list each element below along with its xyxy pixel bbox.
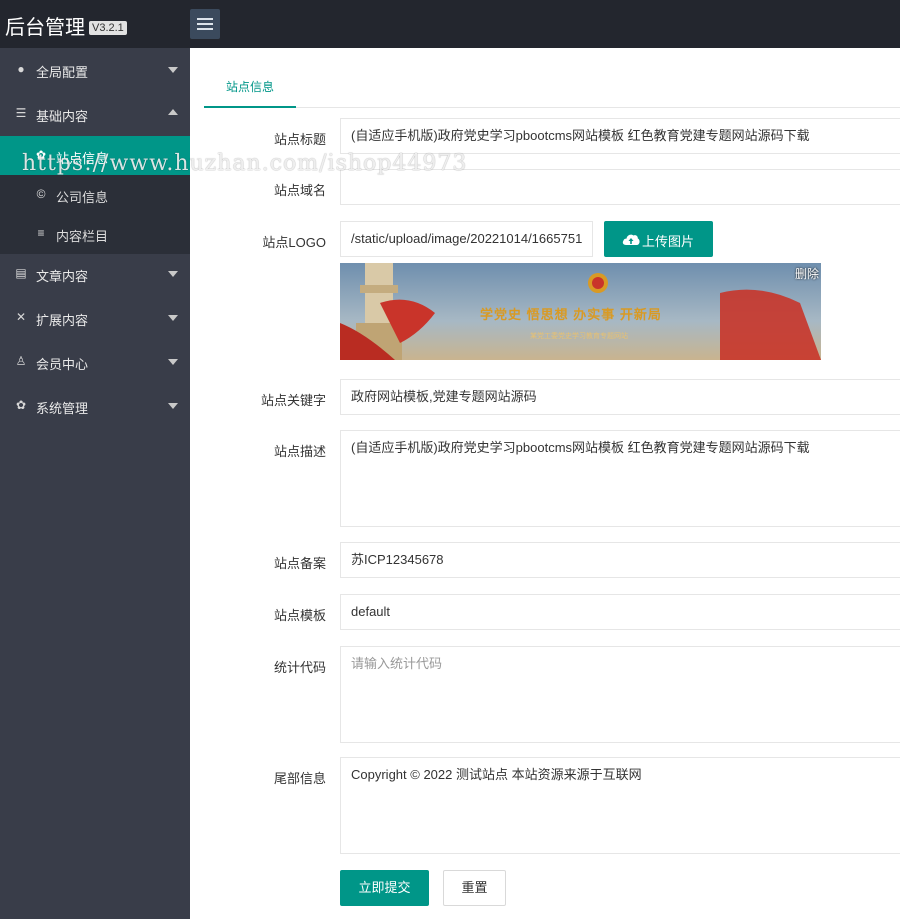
- top-bar: 后台管理 V3.2.1: [0, 0, 900, 48]
- site-icp-label: 站点备案: [273, 556, 326, 571]
- app-title: 后台管理: [5, 17, 85, 39]
- sidebar-item-system[interactable]: ✿ 系统管理: [0, 384, 190, 428]
- chevron-down-icon: [168, 403, 178, 409]
- site-keywords-label: 站点关键字: [260, 393, 326, 408]
- list-icon: ≡: [37, 226, 45, 240]
- preview-slogan: 学党史 悟思想 办实事 开新局: [480, 307, 662, 322]
- sidebar-item-content-columns[interactable]: ≡ 内容栏目: [0, 214, 190, 253]
- sidebar-item-company-info[interactable]: © 公司信息: [0, 175, 190, 214]
- sliders-icon: ☰: [15, 106, 27, 120]
- cloud-upload-icon: [622, 234, 640, 245]
- menu-toggle-button[interactable]: [190, 9, 220, 39]
- globe-icon: ●: [17, 62, 25, 76]
- stats-code-textarea[interactable]: 请输入统计代码: [340, 646, 900, 743]
- tab-bar: 站点信息: [204, 71, 900, 108]
- sidebar-item-articles[interactable]: ▤ 文章内容: [0, 252, 190, 296]
- sidebar-item-extensions[interactable]: ✕ 扩展内容: [0, 296, 190, 340]
- main-content: 站点信息 站点标题 (自适应手机版)政府党史学习pbootcms网站模板 红色教…: [190, 48, 900, 919]
- sidebar-item-basic-content[interactable]: ☰ 基础内容: [0, 92, 190, 136]
- site-template-label: 站点模板: [273, 608, 326, 623]
- site-template-input[interactable]: default: [340, 594, 900, 630]
- site-domain-label: 站点域名: [273, 183, 326, 198]
- sidebar-item-site-info[interactable]: ✿ 站点信息: [0, 136, 190, 175]
- hamburger-icon: [197, 18, 213, 20]
- site-keywords-input[interactable]: 政府网站模板,党建专题网站源码: [340, 379, 900, 415]
- copyright-icon: ©: [36, 187, 46, 201]
- site-description-label: 站点描述: [273, 444, 326, 459]
- site-logo-input[interactable]: /static/upload/image/20221014/1665751: [340, 221, 593, 257]
- site-icp-input[interactable]: 苏ICP12345678: [340, 542, 900, 578]
- logo-preview-image: 学党史 悟思想 办实事 开新局 某党工委党史学习教育专题网站 删除: [340, 263, 821, 360]
- upload-image-button[interactable]: 上传图片: [604, 221, 713, 257]
- site-domain-input[interactable]: [340, 169, 900, 205]
- sidebar-item-global-config[interactable]: ● 全局配置: [0, 48, 190, 92]
- submenu-basic-content: ✿ 站点信息 © 公司信息 ≡ 内容栏目: [0, 136, 190, 254]
- site-title-label: 站点标题: [273, 132, 326, 147]
- chevron-down-icon: [168, 315, 178, 321]
- chevron-up-icon: [168, 109, 178, 115]
- site-logo-label: 站点LOGO: [262, 235, 326, 250]
- version-badge: V3.2.1: [89, 21, 127, 35]
- gear-icon: ✿: [35, 148, 47, 162]
- preview-subtitle: 某党工委党史学习教育专题网站: [530, 333, 628, 340]
- chevron-down-icon: [168, 271, 178, 277]
- site-title-input[interactable]: (自适应手机版)政府党史学习pbootcms网站模板 红色教育党建专题网站源码下…: [340, 118, 900, 154]
- gear-icon: ✿: [15, 398, 27, 412]
- chevron-down-icon: [168, 67, 178, 73]
- sidebar-item-members[interactable]: ♙ 会员中心: [0, 340, 190, 384]
- footer-info-label: 尾部信息: [273, 771, 326, 786]
- footer-info-textarea[interactable]: Copyright © 2022 测试站点 本站资源来源于互联网: [340, 757, 900, 854]
- reset-button[interactable]: 重置: [443, 870, 506, 906]
- chevron-down-icon: [168, 359, 178, 365]
- stats-code-label: 统计代码: [273, 660, 326, 675]
- app-logo: 后台管理 V3.2.1: [5, 11, 127, 40]
- sidebar: ● 全局配置 ☰ 基础内容 ✿ 站点信息 © 公司信息 ≡ 内容栏目 ▤ 文章内…: [0, 48, 190, 919]
- document-icon: ▤: [15, 266, 27, 280]
- delete-logo-button[interactable]: 删除: [795, 265, 819, 282]
- expand-icon: ✕: [15, 310, 27, 324]
- user-icon: ♙: [15, 354, 27, 368]
- site-description-textarea[interactable]: (自适应手机版)政府党史学习pbootcms网站模板 红色教育党建专题网站源码下…: [340, 430, 900, 527]
- tab-site-info[interactable]: 站点信息: [204, 71, 296, 108]
- submit-button[interactable]: 立即提交: [340, 870, 429, 906]
